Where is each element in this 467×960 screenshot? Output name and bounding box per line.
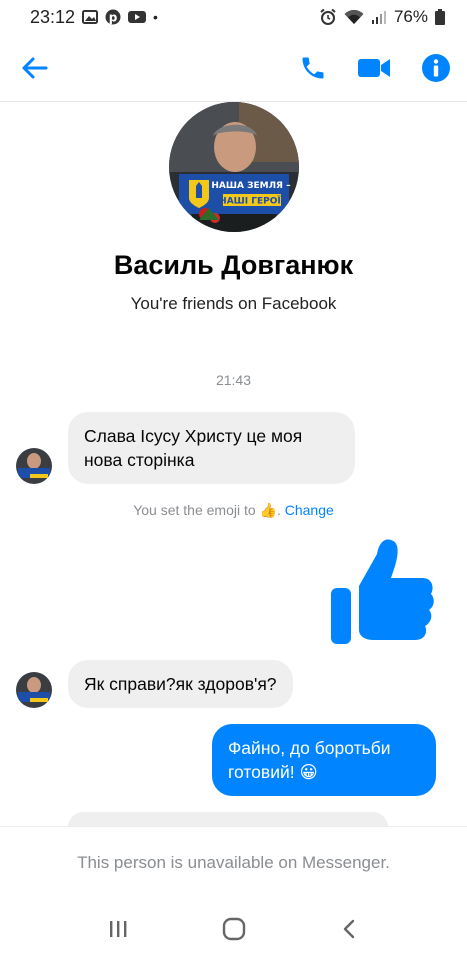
- video-icon[interactable]: [357, 56, 391, 80]
- recent-apps-icon[interactable]: [107, 918, 129, 940]
- contact-name: Василь Довганюк: [113, 250, 354, 280]
- back-arrow-icon[interactable]: [20, 56, 48, 80]
- unavailable-notice-text: This person is unavailable on Messenger.: [77, 852, 390, 872]
- phone-icon[interactable]: [299, 54, 327, 82]
- conversation-header: [0, 34, 467, 102]
- battery-icon: [435, 9, 445, 25]
- contact-avatar-small[interactable]: [16, 672, 52, 708]
- message-text: Слава Ісусу Христу це моя нова сторінка: [84, 426, 303, 470]
- status-dot: •: [153, 9, 158, 25]
- unavailable-notice: This person is unavailable on Messenger.: [0, 826, 467, 898]
- friends-status: You're friends on Facebook: [130, 294, 337, 313]
- header-actions: [299, 53, 451, 83]
- status-right: 76%: [319, 7, 445, 27]
- youtube-icon: [128, 10, 147, 24]
- incoming-message-bubble[interactable]: Слава Ісусу Христу це моя нова сторінка: [68, 412, 355, 484]
- contact-avatar-small[interactable]: [16, 448, 52, 484]
- contact-profile: НАША ЗЕМЛЯ – НАШІ ГЕРОЇ! Василь Довганюк…: [0, 102, 467, 314]
- status-bar: 23:12 p • 76%: [0, 0, 467, 34]
- thumbs-up-icon[interactable]: [329, 536, 435, 651]
- status-time: 23:12: [30, 6, 76, 27]
- emoji-notice-text: You set the emoji to: [133, 502, 256, 518]
- message-text: Як справи?як здоров'я?: [84, 674, 277, 694]
- pinterest-icon: p: [105, 9, 121, 25]
- alarm-icon: [319, 8, 337, 26]
- svg-text:p: p: [109, 11, 118, 25]
- signal-icon: [371, 10, 387, 24]
- avatar-banner-line2: НАШІ ГЕРОЇ!: [219, 196, 285, 207]
- info-icon[interactable]: [421, 53, 451, 83]
- status-left: 23:12 p •: [30, 7, 158, 28]
- image-icon: [82, 10, 99, 24]
- battery-percent: 76%: [393, 7, 428, 26]
- grinning-face-icon: 😀: [299, 762, 318, 782]
- change-emoji-link[interactable]: Change: [285, 502, 334, 518]
- back-icon[interactable]: [339, 918, 361, 940]
- incoming-message-bubble[interactable]: Як справи?як здоров'я?: [68, 660, 293, 708]
- wifi-icon: [344, 9, 364, 25]
- outgoing-message-bubble[interactable]: Файно, до боротьби готовий! 😀: [212, 724, 436, 796]
- emoji-notice-period: .: [276, 502, 281, 518]
- thumbs-up-small-icon: 👍: [259, 502, 277, 518]
- message-timestamp: 21:43: [215, 372, 252, 388]
- emoji-set-notice: You set the emoji to 👍. Change: [0, 502, 467, 519]
- avatar-banner-line1: НАША ЗЕМЛЯ –: [211, 181, 291, 191]
- home-icon[interactable]: [222, 917, 246, 941]
- contact-avatar-large[interactable]: НАША ЗЕМЛЯ – НАШІ ГЕРОЇ!: [168, 102, 299, 232]
- system-nav-bar: [0, 898, 467, 960]
